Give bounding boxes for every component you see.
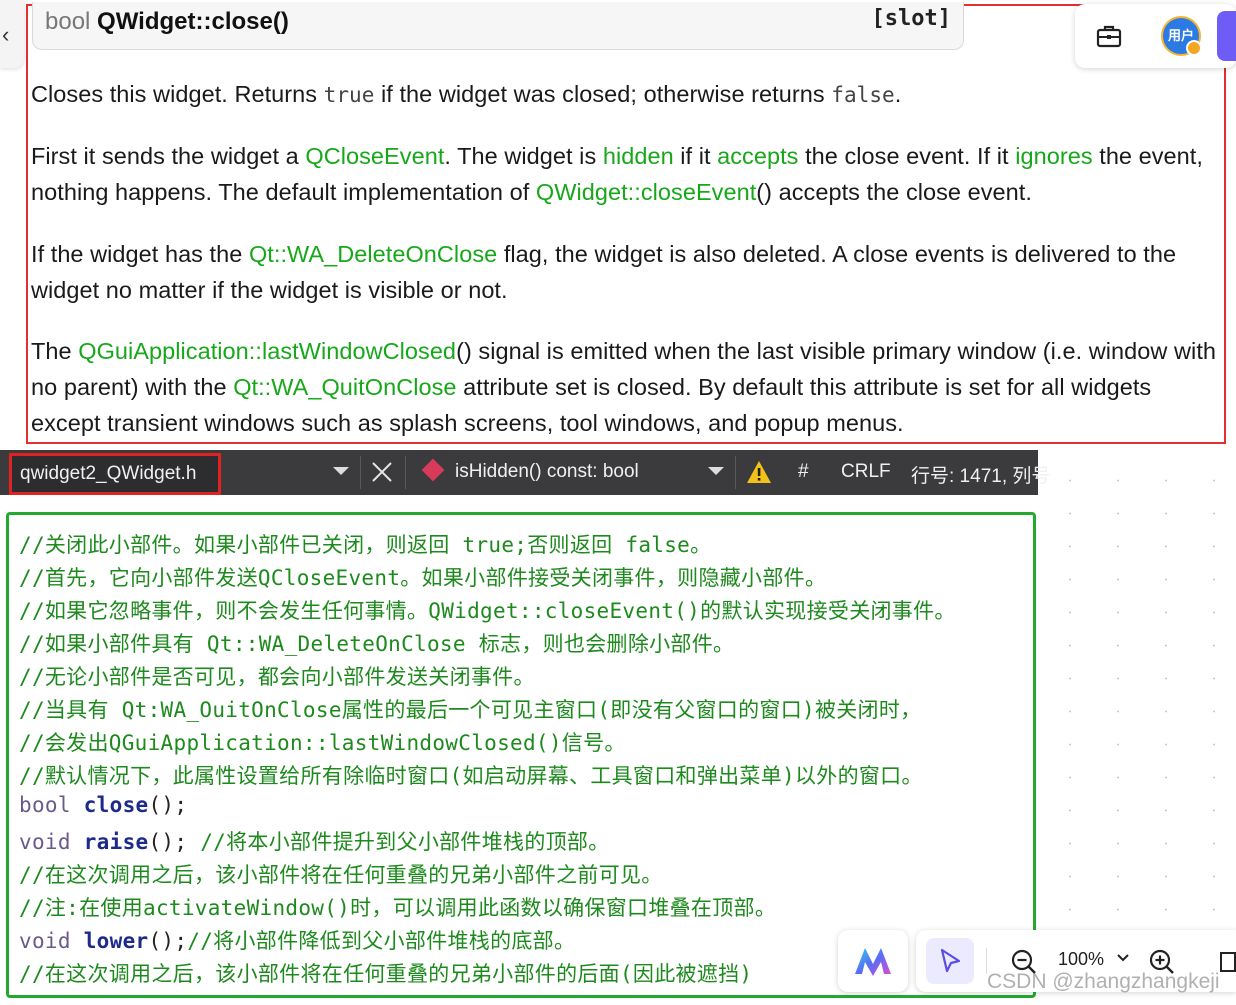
canvas-background	[1040, 450, 1236, 930]
toolbox-icon[interactable]	[1095, 22, 1123, 50]
link-wa-quitonclose[interactable]: Qt::WA_QuitOnClose	[233, 374, 456, 400]
line-ending-indicator[interactable]: CRLF	[841, 461, 891, 483]
hash-indicator[interactable]: #	[798, 461, 809, 483]
app-logo-icon	[855, 948, 891, 976]
link-accepts[interactable]: accepts	[717, 143, 798, 169]
signature-name: QWidget::close()	[97, 8, 289, 35]
doc-paragraph-3: If the widget has the Qt::WA_DeleteOnClo…	[31, 241, 1177, 303]
watermark: CSDN @zhangzhangkeji	[987, 970, 1220, 993]
code-line: //当具有 Qt:WA_OuitOnClose属性的最后一个可见主窗口(即没有父…	[19, 698, 922, 722]
cursor-icon	[940, 948, 961, 973]
member-dropdown[interactable]: isHidden() const: bool	[455, 461, 639, 483]
function-signature: bool QWidget::close() [slot]	[32, 2, 964, 50]
cursor-position[interactable]: 行号: 1471, 列号	[911, 461, 1050, 488]
code-line: //如果它忽略事件，则不会发生任何事情。QWidget::closeEvent(…	[19, 599, 956, 623]
code-line: //首先，它向小部件发送QCloseEvent。如果小部件接受关闭事件，则隐藏小…	[19, 566, 827, 590]
chevron-down-icon[interactable]	[708, 467, 724, 475]
left-collapse-tab[interactable]: ‹	[0, 0, 24, 68]
code-line: //无论小部件是否可见，都会向小部件发送关闭事件。	[19, 665, 535, 689]
code-line: //注:在使用activateWindow()时，可以调用此函数以确保窗口堆叠在…	[19, 896, 777, 920]
doc-paragraph-2: First it sends the widget a QCloseEvent.…	[31, 143, 1203, 205]
chevron-down-icon[interactable]	[1114, 948, 1132, 966]
link-ignores[interactable]: ignores	[1015, 143, 1092, 169]
signature-slot-tag: [slot]	[871, 6, 951, 31]
divider	[360, 456, 361, 489]
method-icon	[421, 458, 445, 482]
signature-return-type: bool	[45, 8, 91, 35]
code-line-lower-decl: void lower();//将小部件降低到父小部件堆栈的底部。	[19, 929, 576, 953]
link-hidden[interactable]: hidden	[603, 143, 674, 169]
divider	[405, 456, 406, 489]
doc-paragraph-4: The QGuiApplication::lastWindowClosed() …	[31, 338, 1217, 436]
close-icon[interactable]	[368, 458, 396, 486]
top-right-toolbar: 用户	[1075, 4, 1236, 68]
code-editor-panel: //关闭此小部件。如果小部件已关闭，则返回 true;否则返回 false。 /…	[6, 512, 1036, 998]
select-tool-button[interactable]	[926, 938, 974, 984]
editor-navigation-bar: qwidget2_QWidget.h isHidden() const: boo…	[0, 450, 1050, 495]
code-line: //关闭此小部件。如果小部件已关闭，则返回 true;否则返回 false。	[19, 533, 712, 557]
fit-screen-icon[interactable]	[1218, 950, 1236, 974]
code-line: //如果小部件具有 Qt::WA_DeleteOnClose 标志，则也会删除小…	[19, 632, 735, 656]
link-closeevent[interactable]: QWidget::closeEvent	[536, 179, 756, 205]
zoom-level[interactable]: 100%	[1058, 949, 1104, 970]
code-line: //默认情况下，此属性设置给所有除临时窗口(如启动屏幕、工具窗口和弹出菜单)以外…	[19, 764, 923, 788]
divider	[735, 456, 736, 489]
code-line: //在这次调用之后，该小部件将在任何重叠的兄弟小部件之前可见。	[19, 863, 663, 887]
warning-icon[interactable]	[745, 458, 773, 486]
code-line: //会发出QGuiApplication::lastWindowClosed()…	[19, 731, 626, 755]
code-line: //在这次调用之后，该小部件将在任何重叠的兄弟小部件的后面(因此被遮挡)	[19, 962, 753, 986]
link-qcloseevent[interactable]: QCloseEvent	[305, 143, 444, 169]
doc-paragraph-1: Closes this widget. Returns true if the …	[31, 81, 902, 107]
link-lastwindowclosed[interactable]: QGuiApplication::lastWindowClosed	[78, 338, 456, 364]
chevron-left-icon: ‹	[2, 22, 10, 47]
chevron-down-icon[interactable]	[333, 467, 349, 475]
qt-doc-panel: bool QWidget::close() [slot] Closes this…	[26, 2, 1226, 444]
link-wa-deleteonclose[interactable]: Qt::WA_DeleteOnClose	[249, 241, 497, 267]
app-logo-button[interactable]	[838, 930, 908, 992]
code-line-close-decl: bool close();	[19, 793, 188, 817]
ai-assistant-button[interactable]	[1217, 11, 1236, 61]
code-false: false	[831, 83, 895, 107]
file-name: qwidget2_QWidget.h	[20, 463, 197, 484]
code-line-raise-decl: void raise(); //将本小部件提升到父小部件堆栈的顶部。	[19, 830, 610, 854]
user-avatar[interactable]: 用户	[1161, 16, 1202, 56]
file-dropdown[interactable]: qwidget2_QWidget.h	[9, 453, 221, 495]
code-true: true	[323, 83, 375, 107]
avatar-badge	[1186, 40, 1202, 56]
